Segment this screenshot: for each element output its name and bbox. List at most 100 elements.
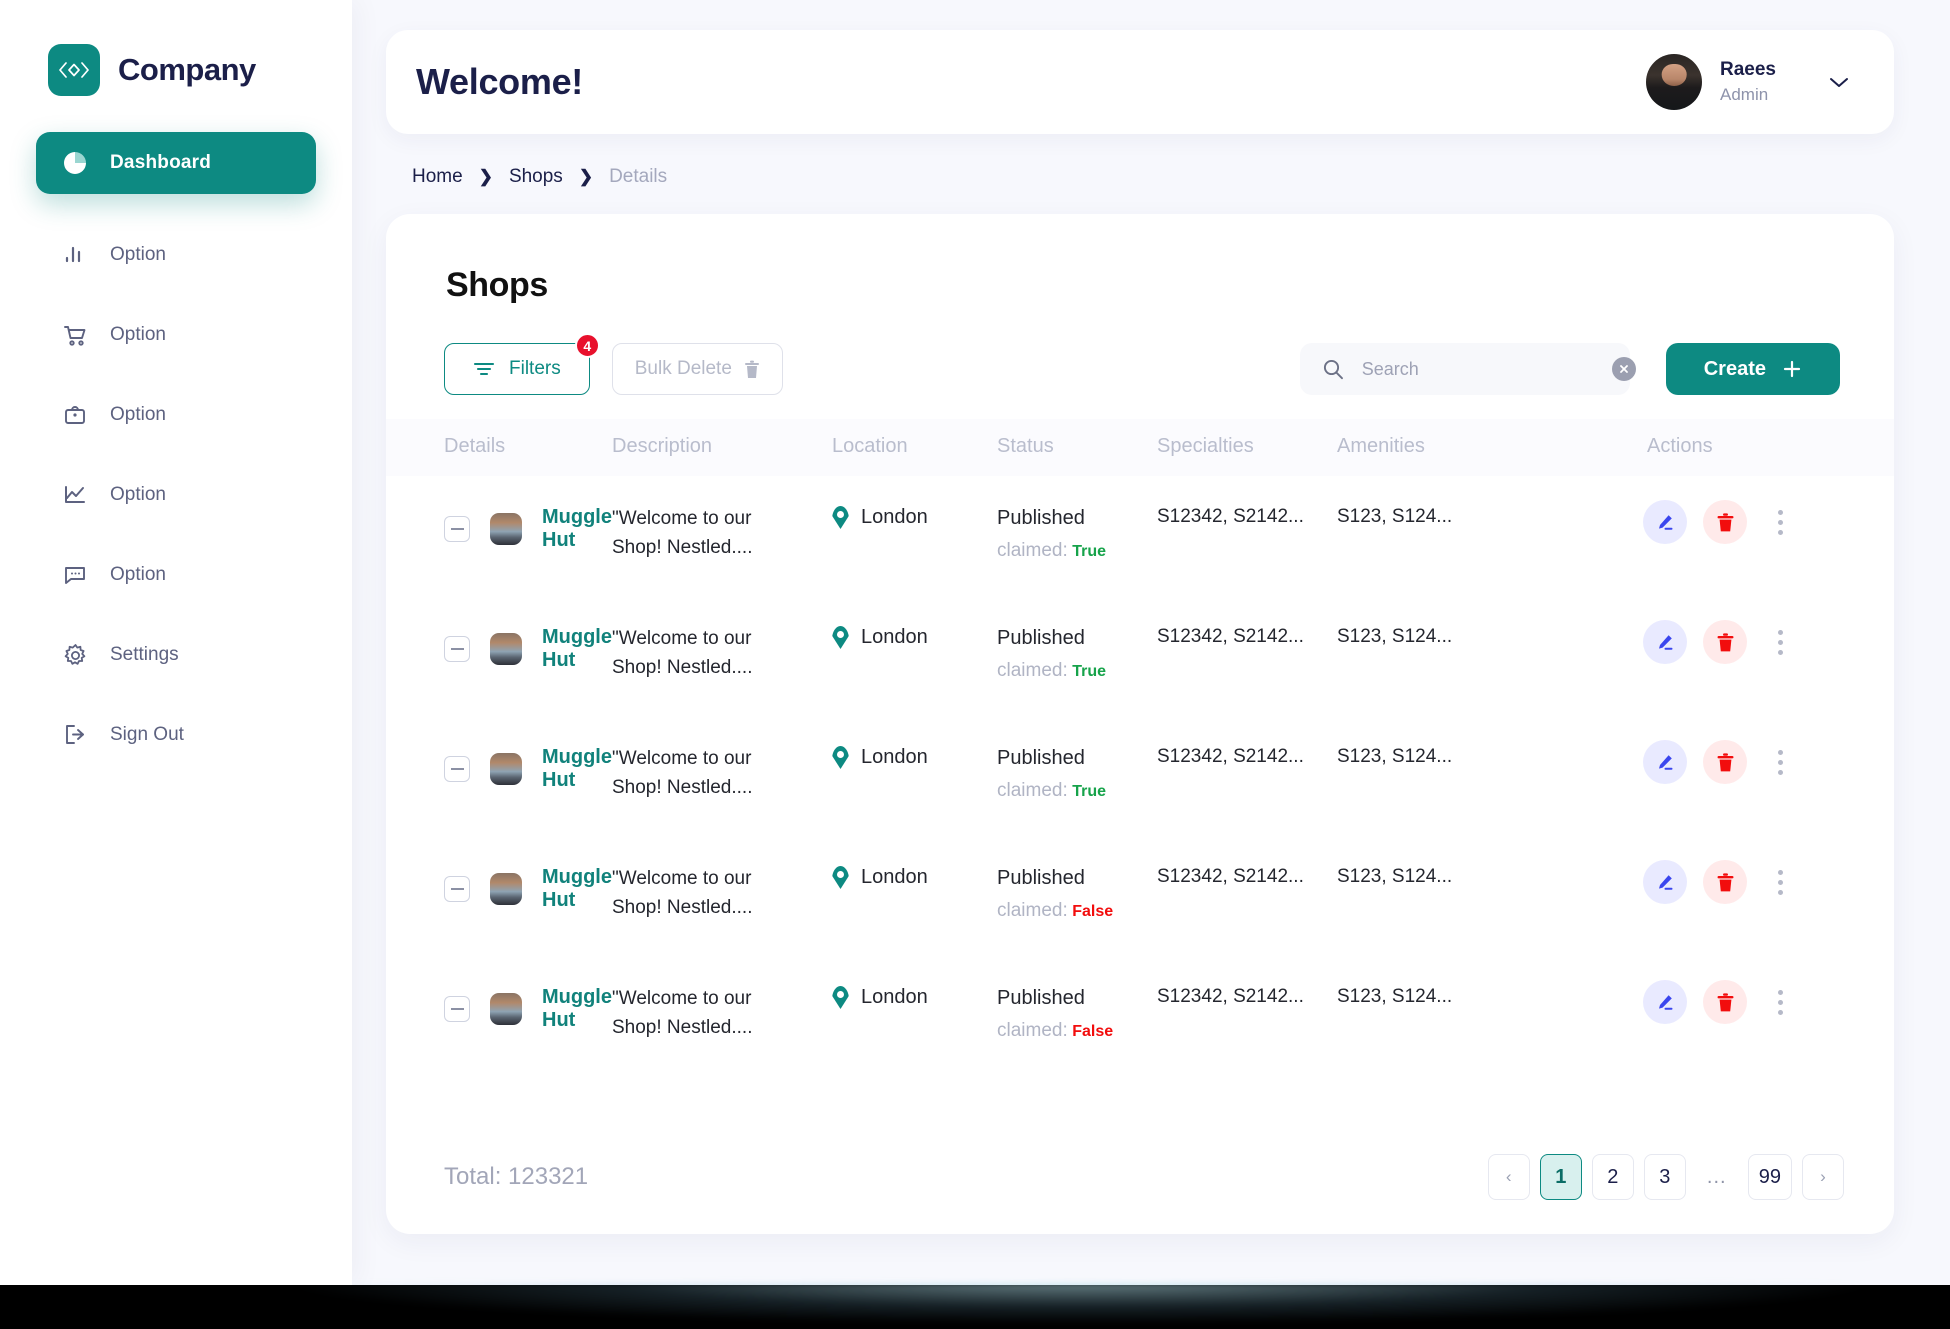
edit-row-button[interactable] [1643, 740, 1687, 784]
shop-name-link[interactable]: Muggle Hut [542, 986, 612, 1032]
description-line-2: Shop! Nestled.... [612, 657, 753, 679]
cell-details: Muggle Hut [386, 836, 612, 956]
delete-row-button[interactable] [1703, 860, 1747, 904]
location-text: London [861, 746, 928, 768]
panel-title: Shops [446, 266, 548, 304]
shop-thumbnail [490, 633, 522, 665]
specialties-text: S12342, S2142... [1157, 986, 1304, 1007]
row-more-options-button[interactable] [1763, 740, 1797, 784]
filter-icon [473, 361, 495, 377]
claimed-label: claimed: [997, 900, 1068, 921]
pagination-page-3[interactable]: 3 [1643, 1154, 1686, 1200]
clear-search-icon[interactable] [1611, 357, 1636, 381]
claimed-value: False [1072, 1023, 1114, 1040]
search-input[interactable] [1361, 358, 1594, 380]
sidebar-item-sign-out[interactable]: Sign Out [36, 704, 316, 766]
shop-thumbnail [490, 513, 522, 545]
sidebar-item-option-3[interactable]: Option [36, 384, 316, 446]
sidebar-item-settings[interactable]: Settings [36, 624, 316, 686]
description-line-2: Shop! Nestled.... [612, 1017, 753, 1039]
breadcrumb-item-home[interactable]: Home [412, 166, 463, 188]
row-checkbox[interactable] [444, 516, 470, 542]
table-row[interactable]: Muggle Hut "Welcome to our Shop! Nestled..… [386, 716, 1894, 836]
sidebar: Company Dashboard Option Option Option O… [0, 0, 352, 1285]
cell-details: Muggle Hut [386, 596, 612, 716]
search-box[interactable] [1299, 343, 1636, 395]
page-title: Welcome! [416, 61, 583, 102]
gear-icon [60, 640, 90, 670]
sidebar-item-dashboard[interactable]: Dashboard [36, 132, 316, 194]
sidebar-item-option-1[interactable]: Option [36, 224, 316, 286]
sidebar-item-option-5[interactable]: Option [36, 544, 316, 606]
sidebar-item-option-2[interactable]: Option [36, 304, 316, 366]
trash-icon [744, 360, 760, 379]
row-checkbox[interactable] [444, 996, 470, 1022]
edit-row-button[interactable] [1643, 500, 1687, 544]
location-pin-icon [832, 866, 849, 889]
sidebar-item-option-4[interactable]: Option [36, 464, 316, 526]
user-menu[interactable]: Raees Admin [1646, 54, 1850, 110]
cell-location: London [832, 476, 997, 596]
column-header-amenities: Amenities [1337, 419, 1637, 476]
filters-button[interactable]: Filters 4 [444, 333, 600, 395]
row-more-options-button[interactable] [1763, 500, 1797, 544]
pagination-prev-button[interactable]: ‹ [1487, 1154, 1530, 1200]
edit-row-button[interactable] [1643, 860, 1687, 904]
claimed-label: claimed: [997, 540, 1068, 561]
edit-row-button[interactable] [1643, 620, 1687, 664]
cell-location: London [832, 716, 997, 836]
shop-name-link[interactable]: Muggle Hut [542, 866, 612, 912]
pagination: ‹ 1 2 3... 99 › [1487, 1154, 1844, 1200]
edit-row-button[interactable] [1643, 980, 1687, 1024]
shop-thumbnail [490, 993, 522, 1025]
line-chart-icon [60, 480, 90, 510]
table-head: Details Description Location Status Spec… [386, 419, 1894, 476]
shop-name-link[interactable]: Muggle Hut [542, 506, 612, 552]
row-checkbox[interactable] [444, 876, 470, 902]
header-bar: Welcome! Raees Admin [386, 30, 1894, 134]
shop-name-link[interactable]: Muggle Hut [542, 626, 612, 672]
bar-chart-icon [60, 240, 90, 270]
pagination-ellipsis: ... [1706, 1165, 1727, 1188]
delete-row-button[interactable] [1703, 740, 1747, 784]
specialties-text: S12342, S2142... [1157, 506, 1304, 527]
shop-name-link[interactable]: Muggle Hut [542, 746, 612, 792]
pagination-page-1[interactable]: 1 [1539, 1154, 1582, 1200]
table-row[interactable]: Muggle Hut "Welcome to our Shop! Nestled..… [386, 836, 1894, 956]
cell-status: Published claimed: False [997, 836, 1157, 956]
column-header-location: Location [832, 419, 997, 476]
delete-row-button[interactable] [1703, 980, 1747, 1024]
window-reflection [0, 1285, 1950, 1329]
chevron-down-icon[interactable] [1828, 76, 1850, 89]
cell-actions [1637, 956, 1894, 1076]
sidebar-item-label: Option [110, 404, 166, 425]
row-checkbox[interactable] [444, 756, 470, 782]
row-more-options-button[interactable] [1763, 620, 1797, 664]
table-row[interactable]: Muggle Hut "Welcome to our Shop! Nestled..… [386, 596, 1894, 716]
row-more-options-button[interactable] [1763, 980, 1797, 1024]
description-line-1: "Welcome to our [612, 748, 752, 769]
amenities-text: S123, S124... [1337, 506, 1453, 527]
cell-actions [1637, 596, 1894, 716]
logout-icon [60, 720, 90, 750]
bulk-delete-button[interactable]: Bulk Delete [611, 343, 783, 395]
delete-row-button[interactable] [1703, 620, 1747, 664]
brand[interactable]: Company [0, 36, 352, 96]
location-text: London [861, 866, 928, 888]
breadcrumb: Home ❯ Shops ❯ Details [386, 134, 1894, 188]
delete-row-button[interactable] [1703, 500, 1747, 544]
pagination-next-button[interactable]: › [1802, 1154, 1844, 1200]
pagination-page-2[interactable]: 2 [1591, 1154, 1634, 1200]
row-more-options-button[interactable] [1763, 860, 1797, 904]
row-checkbox[interactable] [444, 636, 470, 662]
cell-actions [1637, 476, 1894, 596]
table-row[interactable]: Muggle Hut "Welcome to our Shop! Nestled..… [386, 476, 1894, 596]
create-button[interactable]: Create [1665, 343, 1840, 395]
breadcrumb-item-shops[interactable]: Shops [509, 166, 563, 188]
cell-details: Muggle Hut [386, 716, 612, 836]
pagination-page-99[interactable]: 99 [1747, 1154, 1792, 1200]
breadcrumb-separator: ❯ [478, 167, 493, 186]
description-line-1: "Welcome to our [612, 508, 752, 529]
table-row[interactable]: Muggle Hut "Welcome to our Shop! Nestled..… [386, 956, 1894, 1076]
